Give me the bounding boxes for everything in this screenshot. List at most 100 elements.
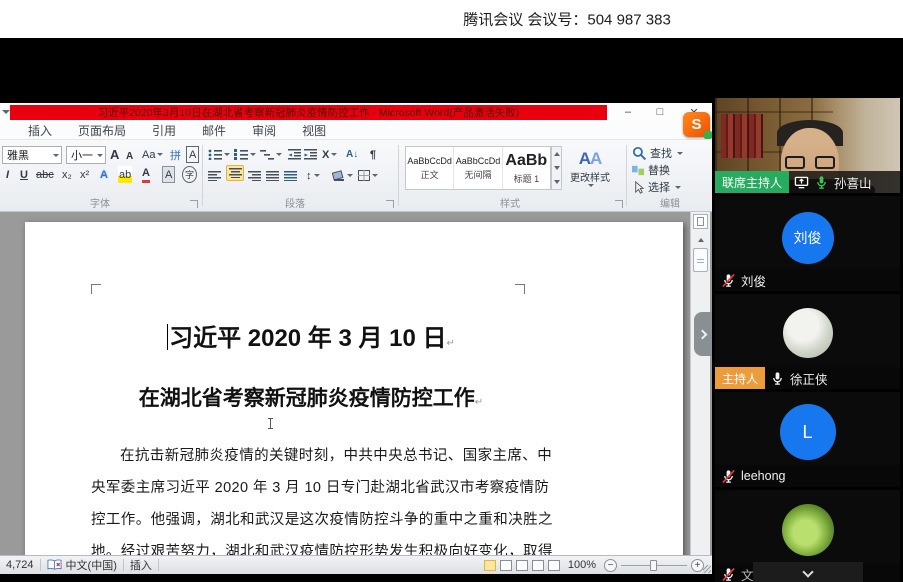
highlight-color-button[interactable]: ab [118,166,132,183]
tab-insert[interactable]: 插入 [28,122,52,139]
tab-review[interactable]: 审阅 [252,122,276,139]
style-scroll-up-icon[interactable] [554,152,560,156]
shading-button[interactable] [332,167,353,184]
view-print-layout-icon[interactable] [484,560,496,571]
increase-indent-button[interactable] [304,146,317,163]
style-scroll-down-icon[interactable] [554,166,560,170]
text-boundary-mark [91,284,101,294]
distribute-button[interactable] [284,167,297,184]
sort-button[interactable]: A↓ [346,146,358,163]
replace-button[interactable]: 替换 [632,162,670,178]
quick-access-overflow-icon[interactable] [2,110,10,114]
cohost-badge: 联席主持人 [715,171,789,193]
view-fullscreen-icon[interactable] [500,560,512,571]
zoom-out-button[interactable]: − [604,559,617,572]
line-spacing-button[interactable]: ↕ [306,167,320,184]
vertical-scrollbar[interactable] [690,212,710,555]
collapse-panel-button[interactable] [753,562,863,582]
language-indicator[interactable]: 中文(中国) [66,557,117,573]
change-styles-button[interactable]: AA 更改样式 [566,144,614,194]
phonetic-guide-button[interactable]: 拼 [170,146,181,163]
font-dialog-launcher[interactable] [190,200,198,208]
numbering-button[interactable] [234,146,256,163]
paragraph-dialog-launcher[interactable] [386,200,394,208]
doc-body-line[interactable]: 央军委主席习近平 2020 年 3 月 10 日专门赴湖北省武汉市考察疫情防 [91,476,531,497]
maximize-button[interactable]: □ [650,104,670,120]
view-draft-icon[interactable] [548,560,560,571]
enclose-characters-button[interactable]: 字 [182,166,197,183]
italic-button[interactable]: I [6,166,9,183]
zoom-slider[interactable] [621,559,687,572]
tab-page-layout[interactable]: 页面布局 [78,122,126,139]
participant-tile[interactable]: L leehong [715,392,900,487]
doc-heading-2[interactable]: 在湖北省考察新冠肺炎疫情防控工作↵ [91,382,531,412]
multilevel-list-button[interactable] [260,146,282,163]
minimize-button[interactable]: – [618,104,638,120]
style-no-spacing[interactable]: AaBbCcDd 无间隔 [454,147,502,189]
sidebar-collapse-handle[interactable] [694,312,712,356]
strikethrough-button[interactable]: abc [36,166,54,183]
ribbon: 雅黑 小一 A A Aa 拼 A I U abc x₂ x² A ab A [0,140,712,212]
tab-references[interactable]: 引用 [152,122,176,139]
proofing-icon[interactable] [47,559,62,571]
doc-body-line[interactable]: 控工作。他强调，湖北和武汉是这次疫情防控斗争的重中之重和决胜之 [91,508,531,529]
subscript-button[interactable]: x₂ [62,166,72,183]
window-title: 习近平2020年3月10日在湖北省考察新冠肺炎疫情防控工作 - Microsof… [98,105,520,120]
decrease-indent-button[interactable] [288,146,301,163]
tab-view[interactable]: 视图 [302,122,326,139]
shrink-font-button[interactable]: A [126,148,133,165]
paragraph-group-label: 段落 [255,195,335,210]
align-left-button[interactable] [208,167,221,184]
style-heading1[interactable]: AaBb 标题 1 [503,147,550,189]
font-name-combo[interactable]: 雅黑 [2,146,62,164]
doc-body-line[interactable]: 地。经过艰苦努力，湖北和武汉疫情防控形势发生积极向好变化，取得 [91,540,531,555]
style-gallery-scroll[interactable] [551,146,562,190]
justify-button[interactable] [266,167,279,184]
doc-heading-1[interactable]: 习近平 2020 年 3 月 10 日↵ [91,318,531,353]
align-center-button[interactable] [226,165,244,181]
participant-tile[interactable]: 刘俊 刘俊 [715,196,900,291]
participant-tile[interactable]: 文涛 [715,490,900,582]
style-normal[interactable]: AaBbCcDd 正文 [406,147,454,189]
participant-tile[interactable]: 联席主持人 孙喜山 [715,98,900,193]
borders-button[interactable] [358,167,378,184]
mic-muted-icon [721,567,736,582]
bullets-button[interactable] [208,146,230,163]
change-case-button[interactable]: Aa [142,146,163,163]
document-page[interactable]: 习近平 2020 年 3 月 10 日↵ 在湖北省考察新冠肺炎疫情防控工作↵ 在… [25,222,683,555]
underline-button[interactable]: U [20,166,28,183]
font-size-combo[interactable]: 小一 [66,146,106,164]
word-count[interactable]: 4,724 [6,559,34,571]
align-right-button[interactable] [248,167,261,184]
scrollbar-thumb[interactable] [693,248,708,272]
text-effects-button[interactable]: A [100,166,108,183]
find-button[interactable]: 查找 [632,145,683,161]
zoom-slider-thumb[interactable] [650,560,657,571]
participant-tile[interactable]: 主持人 徐正侠 [715,294,900,389]
zoom-level[interactable]: 100% [568,559,596,571]
insert-mode-indicator[interactable]: 插入 [130,557,152,573]
host-badge: 主持人 [715,367,765,389]
participant-name-bar: 刘俊 [715,269,900,291]
tab-mailings[interactable]: 邮件 [202,122,226,139]
status-bar: 4,724 中文(中国) 插入 100% − + [0,555,712,574]
styles-dialog-launcher[interactable] [615,200,623,208]
participant-name-bar: 联席主持人 孙喜山 [715,171,900,193]
show-marks-button[interactable]: ¶ [370,146,376,163]
window-title-highlight: 习近平2020年3月10日在湖北省考察新冠肺炎疫情防控工作 - Microsof… [10,105,607,120]
doc-body-line[interactable]: 在抗击新冠肺炎疫情的关键时刻，中共中央总书记、国家主席、中 [91,444,531,465]
view-outline-icon[interactable] [532,560,544,571]
mic-muted-icon [721,273,736,288]
character-shading-button[interactable]: A [162,166,175,183]
sogou-ime-icon[interactable]: S [683,112,710,137]
font-color-button[interactable]: A [142,166,150,183]
select-button[interactable]: 选择 [632,179,681,195]
superscript-button[interactable]: x² [80,166,89,183]
character-border-button[interactable]: A [186,146,199,163]
style-gallery-more-icon[interactable] [554,180,560,184]
grow-font-button[interactable]: A [110,146,119,163]
asian-layout-button[interactable]: X [322,146,337,163]
scroll-up-icon[interactable] [693,234,708,246]
view-web-layout-icon[interactable] [516,560,528,571]
browse-object-button[interactable] [693,214,708,229]
